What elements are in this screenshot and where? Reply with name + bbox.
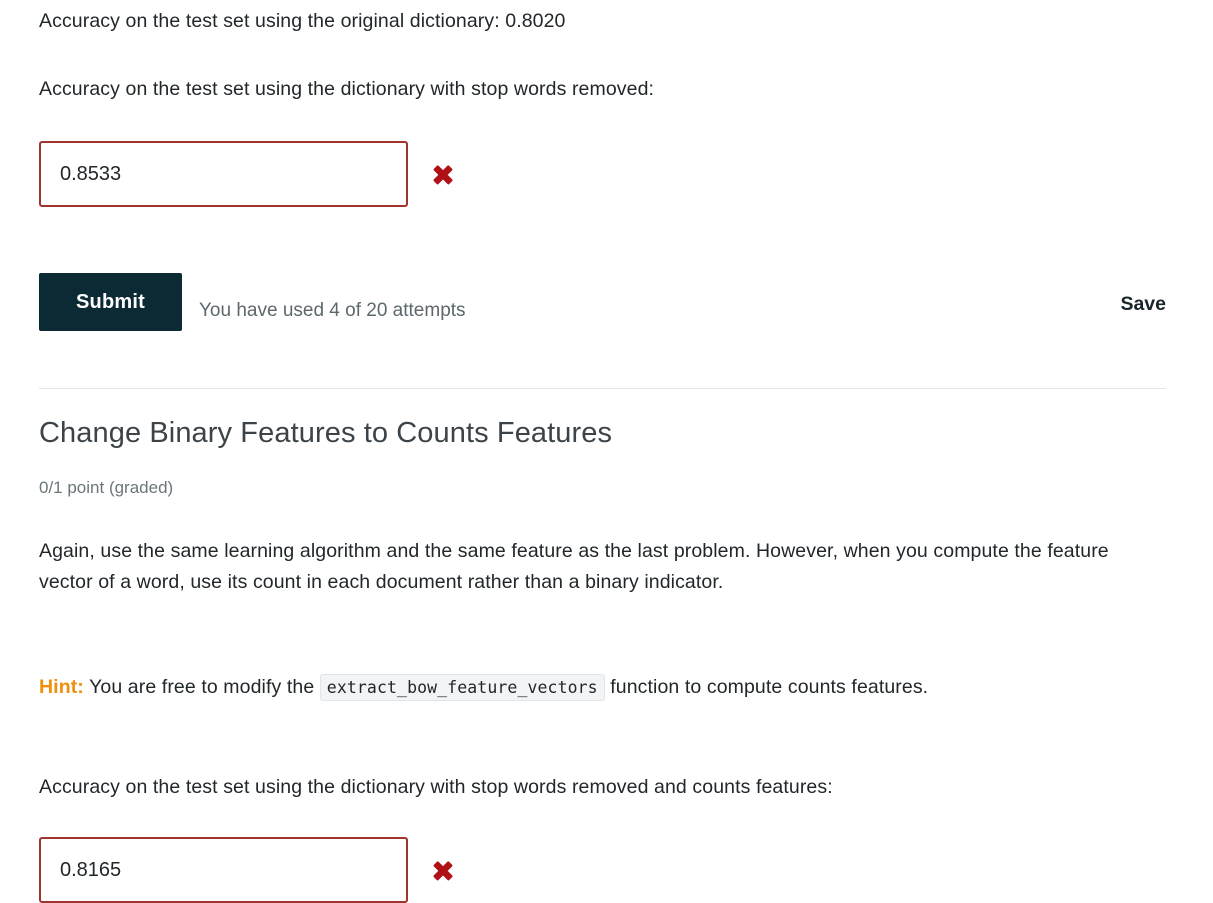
stopwords-removed-prompt: Accuracy on the test set using the dicti… xyxy=(39,78,655,100)
hint-label: Hint: xyxy=(39,676,84,698)
section-divider xyxy=(39,388,1166,389)
answer-input-stopwords[interactable] xyxy=(39,141,408,207)
page-title: Change Binary Features to Counts Feature… xyxy=(39,417,613,449)
problem-description: Again, use the same learning algorithm a… xyxy=(39,540,1109,593)
inline-code-snippet: extract_bow_feature_vectors xyxy=(319,674,605,701)
answer-row-counts xyxy=(39,837,456,903)
submit-button[interactable]: Submit xyxy=(39,273,182,331)
problem-page: Accuracy on the test set using the origi… xyxy=(0,0,1213,903)
answer-row-stopwords xyxy=(39,141,456,207)
cross-mark-icon xyxy=(430,162,456,188)
submit-row: Submit You have used 4 of 20 attempts Sa… xyxy=(39,273,1166,331)
answer-input-counts[interactable] xyxy=(39,837,408,903)
attempts-counter: You have used 4 of 20 attempts xyxy=(199,300,466,321)
hint-text-before-code: You are free to modify the xyxy=(89,676,315,698)
cross-mark-icon xyxy=(430,858,456,884)
points-label: 0/1 point (graded) xyxy=(39,478,174,497)
problem-hint: Hint: You are free to modify the extract… xyxy=(39,672,1149,703)
counts-features-prompt: Accuracy on the test set using the dicti… xyxy=(39,776,833,798)
original-dictionary-result: Accuracy on the test set using the origi… xyxy=(39,10,566,32)
save-button[interactable]: Save xyxy=(1120,273,1166,316)
hint-text-after-code: function to compute counts features. xyxy=(610,676,929,698)
